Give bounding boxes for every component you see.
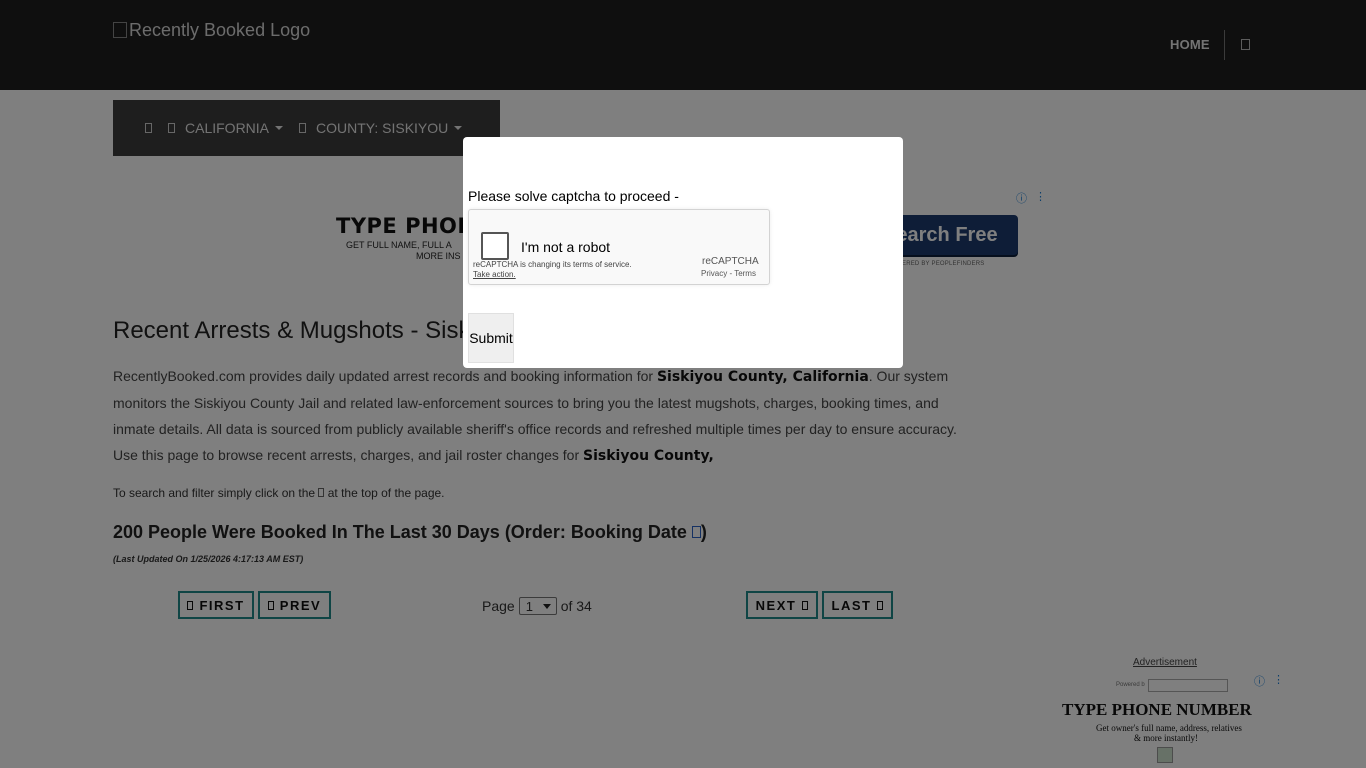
recaptcha-label: I'm not a robot — [521, 239, 611, 255]
recaptcha-brand: reCAPTCHA — [702, 256, 759, 267]
submit-button[interactable]: Submit — [468, 313, 514, 363]
captcha-prompt: Please solve captcha to proceed - — [468, 188, 679, 204]
modal-backdrop — [0, 0, 1366, 768]
recaptcha-take-action-link[interactable]: Take action. — [473, 270, 516, 279]
recaptcha-terms-link[interactable]: Privacy - Terms — [701, 269, 756, 278]
captcha-modal: Please solve captcha to proceed - I'm no… — [463, 137, 903, 368]
recaptcha-notice: reCAPTCHA is changing its terms of servi… — [473, 260, 632, 269]
recaptcha-widget: I'm not a robot reCAPTCHA is changing it… — [468, 209, 770, 285]
recaptcha-checkbox[interactable] — [481, 232, 509, 260]
